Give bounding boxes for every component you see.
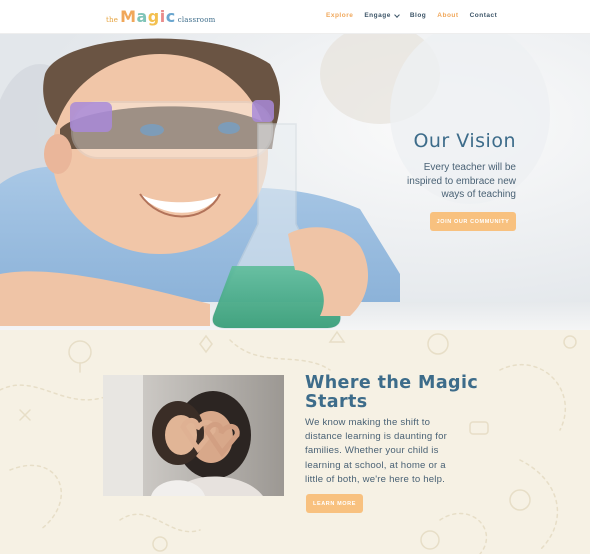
magic-section: Where the Magic Starts We know making th… [0, 330, 590, 554]
hero-subtitle-line: inspired to embrace new [407, 175, 516, 187]
logo-letter: a [136, 7, 148, 26]
hero-subtitle-line: Every teacher will be [423, 162, 516, 173]
nav-item-label: Engage [364, 12, 391, 19]
logo-letter: g [147, 7, 160, 26]
mother-daughter-photo [103, 375, 284, 496]
site-header: the Magic classroom Explore Engage Blog … [0, 0, 590, 34]
learn-more-button[interactable]: LEARN MORE [306, 494, 363, 513]
magic-section-title: Where the Magic Starts [305, 374, 505, 412]
magic-body-line: learning at school, at home or a [305, 459, 446, 471]
logo-the-text: the [106, 16, 119, 24]
magic-body-line: little of both, we're here to help. [305, 473, 446, 485]
hero-text-block: Our Vision Every teacher will be inspire… [296, 130, 516, 202]
hero-subtitle-line: ways of teaching [441, 189, 517, 200]
nav-item-explore[interactable]: Explore [326, 12, 353, 19]
chevron-down-icon [393, 11, 400, 18]
hero-title: Our Vision [413, 130, 516, 152]
nav-item-engage[interactable]: Engage [364, 11, 400, 19]
photo-illustration [103, 375, 284, 496]
hero-section: Our Vision Every teacher will be inspire… [0, 34, 590, 330]
magic-body-line: We know making the shift to [305, 417, 431, 428]
nav-item-contact[interactable]: Contact [470, 12, 498, 19]
site-logo[interactable]: the Magic classroom [106, 7, 215, 27]
logo-letter: c [165, 7, 176, 26]
logo-letter: M [120, 7, 137, 26]
nav-item-label: Blog [409, 12, 427, 19]
nav-item-label: Explore [326, 12, 354, 19]
hero-subtitle: Every teacher will be inspired to embrac… [296, 161, 516, 202]
logo-classroom-text: classroom [177, 16, 216, 24]
nav-item-label: Contact [469, 12, 498, 19]
magic-body-line: distance learning is daunting for [305, 431, 448, 443]
nav-item-label: About [437, 12, 459, 19]
magic-title-line: Starts [305, 392, 368, 412]
logo-magic-text: Magic [120, 7, 176, 26]
doodle-background [0, 330, 577, 554]
magic-title-line: Where the Magic [305, 373, 479, 393]
magic-section-body: We know making the shift to distance lea… [305, 416, 480, 487]
nav-item-about[interactable]: About [437, 12, 458, 19]
nav-item-blog[interactable]: Blog [410, 12, 426, 19]
main-nav: Explore Engage Blog About Contact [326, 11, 498, 19]
join-community-button[interactable]: JOIN OUR COMMUNITY [430, 212, 516, 231]
magic-body-line: families. Whether your child is [305, 445, 439, 457]
